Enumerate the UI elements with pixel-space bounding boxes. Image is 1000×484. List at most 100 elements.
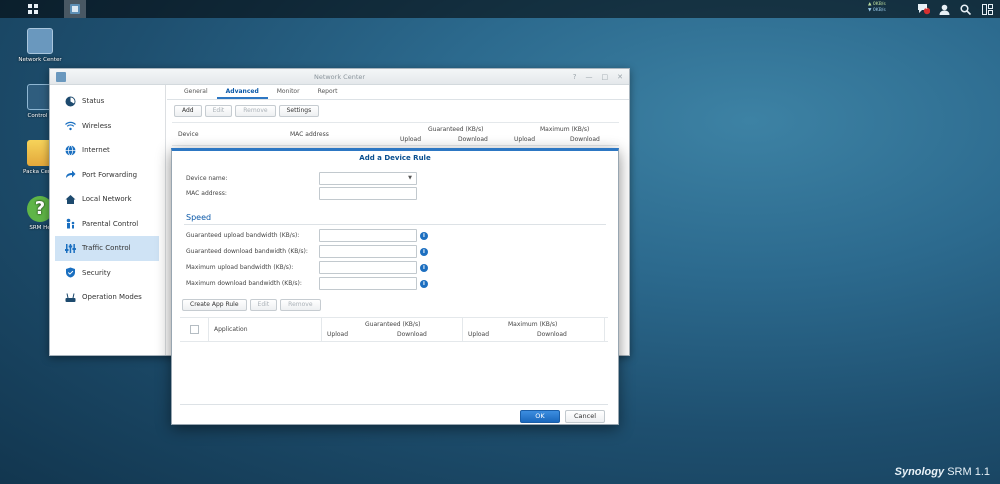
edit-button[interactable]: Edit <box>204 105 233 117</box>
wifi-icon <box>64 120 76 132</box>
sidebar-item-internet[interactable]: Internet <box>55 138 159 163</box>
brand-product: SRM <box>947 466 972 478</box>
create-app-rule-button[interactable]: Create App Rule <box>182 299 247 311</box>
col-app-guaranteed-download: Download <box>397 331 427 338</box>
guaranteed-download-label-text: Guaranteed download bandwidth (KB/s): <box>186 248 308 255</box>
info-icon[interactable]: i <box>420 247 428 256</box>
arrow-icon <box>64 169 76 181</box>
window-titlebar[interactable]: Network Center ? — □ ✕ <box>50 69 629 85</box>
sidebar-item-status[interactable]: Status <box>55 89 159 114</box>
tab-report[interactable]: Report <box>309 85 347 99</box>
maximize-icon[interactable]: □ <box>602 69 609 85</box>
col-maximum-upload: Upload <box>514 136 536 143</box>
brand-version: 1.1 <box>974 466 990 478</box>
info-icon[interactable]: i <box>420 279 428 288</box>
col-guaranteed: Guaranteed (KB/s) <box>428 126 484 133</box>
minimize-icon[interactable]: — <box>586 69 593 85</box>
guaranteed-upload-label-text: Guaranteed upload bandwidth (KB/s): <box>186 232 300 239</box>
network-center-icon <box>27 28 53 54</box>
widgets-icon[interactable] <box>976 0 998 18</box>
network-center-taskbar-icon[interactable] <box>64 0 86 18</box>
sidebar-item-label: Wireless <box>82 121 112 130</box>
col-device: Device <box>178 131 199 138</box>
close-icon[interactable]: ✕ <box>617 69 623 85</box>
device-rule-toolbar: Add Edit Remove Settings <box>167 100 629 122</box>
sidebar-item-label: Port Forwarding <box>82 170 138 179</box>
speed-up: 0KB/s <box>872 2 886 7</box>
window-title: Network Center <box>313 73 366 81</box>
app-rule-remove-button[interactable]: Remove <box>280 299 321 311</box>
speed-divider <box>184 224 606 225</box>
sidebar-item-label: Internet <box>82 146 110 155</box>
notification-count: 1 <box>925 6 928 11</box>
mac-address-input[interactable] <box>319 187 417 200</box>
app-rule-table-header: Application Guaranteed (KB/s) Upload Dow… <box>180 317 608 342</box>
col-guaranteed-download: Download <box>458 136 488 143</box>
maximum-upload-label-text: Maximum upload bandwidth (KB/s): <box>186 264 294 271</box>
col-guaranteed-upload: Upload <box>400 136 422 143</box>
col-mac: MAC address <box>290 131 329 138</box>
user-icon[interactable] <box>933 0 955 18</box>
maximum-download-input[interactable] <box>319 277 417 290</box>
dialog-title[interactable]: Add a Device Rule <box>172 151 618 165</box>
sidebar-item-label: Traffic Control <box>82 244 131 253</box>
chevron-down-icon: ▼ <box>408 175 412 181</box>
sidebar-item-traffic-control[interactable]: Traffic Control <box>55 236 159 261</box>
tab-general[interactable]: General <box>175 85 217 99</box>
maximum-upload-input[interactable] <box>319 261 417 274</box>
taskbar: ▲ 0KB/s ▼ 0KB/s 1 <box>0 0 1000 18</box>
remove-button[interactable]: Remove <box>235 105 276 117</box>
app-rule-edit-button[interactable]: Edit <box>249 299 278 311</box>
app-rule-toolbar: Create App Rule Edit Remove <box>182 299 321 311</box>
main-menu-icon[interactable] <box>22 0 44 18</box>
mac-address-label-text: MAC address: <box>186 190 227 197</box>
add-button[interactable]: Add <box>174 105 202 117</box>
sidebar-item-wireless[interactable]: Wireless <box>55 114 159 139</box>
sliders-icon <box>64 242 76 254</box>
tab-bar: General Advanced Monitor Report <box>167 85 629 100</box>
tab-monitor[interactable]: Monitor <box>268 85 309 99</box>
desktop-icon-label: Network Center <box>18 57 62 63</box>
col-maximum-download: Download <box>570 136 600 143</box>
synology-brand: Synology SRM 1.1 <box>895 466 990 478</box>
sidebar-item-label: Parental Control <box>82 219 139 228</box>
sidebar-item-security[interactable]: Security <box>55 261 159 286</box>
notification-icon[interactable]: 1 <box>912 0 934 18</box>
col-app-guaranteed: Guaranteed (KB/s) <box>365 321 421 328</box>
col-maximum: Maximum (KB/s) <box>540 126 590 133</box>
device-name-label: Device name: <box>186 172 227 185</box>
sidebar-item-parental-control[interactable]: Parental Control <box>55 212 159 237</box>
router-icon <box>64 291 76 303</box>
guaranteed-download-input[interactable] <box>319 245 417 258</box>
device-name-select[interactable]: ▼ <box>319 172 417 185</box>
guaranteed-upload-input[interactable] <box>319 229 417 242</box>
desktop-icon-network-center[interactable]: Network Center <box>12 28 68 63</box>
status-icon <box>64 95 76 107</box>
device-name-label-text: Device name: <box>186 175 228 182</box>
shield-icon <box>64 267 76 279</box>
house-icon <box>64 193 76 205</box>
speed-section-title: Speed <box>186 213 212 222</box>
help-icon[interactable]: ? <box>573 69 577 85</box>
sidebar-item-label: Status <box>82 97 105 106</box>
search-icon[interactable] <box>954 0 976 18</box>
dialog-footer-divider <box>180 404 608 405</box>
sidebar-item-operation-modes[interactable]: Operation Modes <box>55 285 159 310</box>
info-icon[interactable]: i <box>420 231 428 240</box>
cancel-button[interactable]: Cancel <box>565 410 605 423</box>
col-app-maximum: Maximum (KB/s) <box>508 321 558 328</box>
col-app-maximum-download: Download <box>537 331 567 338</box>
globe-icon <box>64 144 76 156</box>
select-all-checkbox[interactable] <box>190 325 199 334</box>
desktop-icon-label: SRM He <box>29 225 51 231</box>
sidebar-item-label: Operation Modes <box>82 293 142 302</box>
mac-address-label: MAC address: <box>186 187 227 200</box>
info-icon[interactable]: i <box>420 263 428 272</box>
sidebar-item-local-network[interactable]: Local Network <box>55 187 159 212</box>
sidebar-item-label: Security <box>82 268 111 277</box>
tab-advanced[interactable]: Advanced <box>216 85 268 99</box>
ok-button[interactable]: OK <box>520 410 560 423</box>
speed-down: 0KB/s <box>872 8 886 13</box>
settings-button[interactable]: Settings <box>278 105 320 117</box>
sidebar-item-port-forwarding[interactable]: Port Forwarding <box>55 163 159 188</box>
